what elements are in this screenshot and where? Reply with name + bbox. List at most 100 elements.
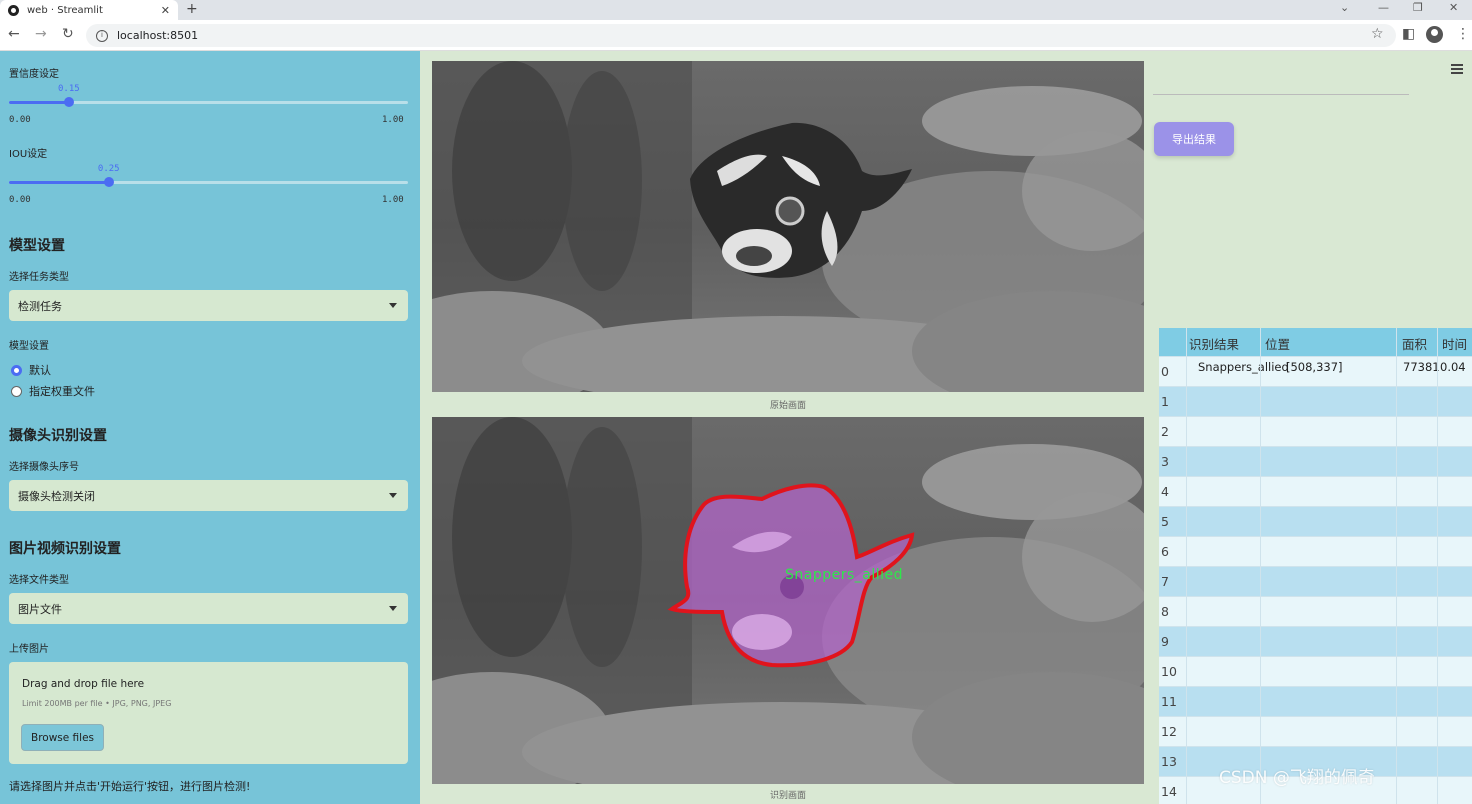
slider-thumb[interactable] — [63, 97, 74, 107]
hamburger-menu-icon[interactable] — [1451, 64, 1463, 74]
radio-default[interactable]: 默认 — [11, 362, 51, 378]
row-index: 3 — [1161, 454, 1169, 469]
browse-files-button[interactable]: Browse files — [21, 724, 104, 751]
reload-icon[interactable]: ↻ — [62, 26, 74, 42]
row-index: 14 — [1161, 784, 1177, 799]
minimize-icon[interactable]: — — [1378, 1, 1389, 14]
file-type-select[interactable]: 图片文件 — [9, 593, 408, 624]
camera-settings-heading: 摄像头识别设置 — [9, 428, 107, 444]
task-type-label: 选择任务类型 — [9, 272, 69, 283]
new-tab-icon[interactable]: + — [186, 1, 198, 17]
row-index: 6 — [1161, 544, 1169, 559]
slider-fill — [9, 181, 109, 184]
radio-custom-label: 指定权重文件 — [29, 385, 95, 398]
radio-default-label: 默认 — [29, 364, 51, 377]
chevron-down-icon — [389, 303, 397, 308]
table-row[interactable]: 2 — [1159, 416, 1472, 446]
reef-scene-original — [432, 61, 1144, 392]
url-text: localhost:8501 — [117, 29, 199, 42]
iou-min: 0.00 — [9, 195, 31, 205]
confidence-slider[interactable]: 0.15 — [9, 84, 408, 112]
column-divider — [1186, 328, 1187, 804]
model-label: 模型设置 — [9, 341, 49, 352]
dropzone-limit: Limit 200MB per file • JPG, PNG, JPEG — [22, 699, 172, 708]
cell-result: Snappers_allied — [1198, 360, 1289, 374]
file-type-label: 选择文件类型 — [9, 575, 69, 586]
task-type-value: 检测任务 — [18, 299, 62, 313]
original-caption: 原始画面 — [769, 401, 806, 411]
chevron-down-icon — [389, 606, 397, 611]
site-info-icon[interactable]: i — [96, 29, 108, 42]
file-dropzone[interactable]: Drag and drop file here Limit 200MB per … — [9, 662, 408, 764]
browser-tab[interactable]: web · Streamlit ✕ — [0, 0, 178, 20]
close-window-icon[interactable]: ✕ — [1449, 1, 1458, 14]
table-row[interactable]: 11 — [1159, 686, 1472, 716]
row-index: 4 — [1161, 484, 1169, 499]
profile-avatar-icon[interactable] — [1426, 26, 1443, 43]
url-field[interactable]: i localhost:8501 — [86, 24, 1396, 47]
result-caption: 识别画面 — [769, 791, 806, 801]
table-row[interactable]: 4 — [1159, 476, 1472, 506]
iou-label: IOU设定 — [9, 149, 48, 160]
radio-selected-icon — [11, 364, 22, 376]
col-header-result[interactable]: 识别结果 — [1189, 334, 1239, 353]
results-table: 识别结果 位置 面积 时间 0 Snappers_allied [508,337] 7… — [1159, 328, 1472, 804]
table-header: 识别结果 位置 面积 时间 — [1159, 328, 1472, 356]
row-index: 2 — [1161, 424, 1169, 439]
cell-time: 0.04 — [1440, 360, 1466, 374]
column-divider — [1437, 328, 1438, 804]
model-settings-heading: 模型设置 — [9, 238, 65, 254]
restore-icon[interactable]: ❐ — [1413, 1, 1423, 14]
column-divider — [1396, 328, 1397, 804]
browser-tab-bar: web · Streamlit ✕ + ⌄ — ❐ ✕ — [0, 0, 1472, 20]
table-row[interactable]: 3 — [1159, 446, 1472, 476]
forward-icon[interactable]: → — [35, 26, 47, 42]
table-row[interactable]: 8 — [1159, 596, 1472, 626]
original-image — [432, 61, 1144, 392]
row-index: 1 — [1161, 394, 1169, 409]
chevron-down-icon — [389, 493, 397, 498]
table-row[interactable]: 0 Snappers_allied [508,337] 77381 0.04 — [1159, 356, 1472, 386]
row-index: 9 — [1161, 634, 1169, 649]
side-panel-icon[interactable]: ◧ — [1402, 26, 1415, 42]
tab-search-icon[interactable]: ⌄ — [1340, 1, 1349, 14]
export-results-button[interactable]: 导出结果 — [1154, 122, 1234, 156]
camera-value: 摄像头检测关闭 — [18, 489, 95, 503]
col-header-position[interactable]: 位置 — [1265, 334, 1290, 353]
radio-custom-weights[interactable]: 指定权重文件 — [11, 383, 95, 399]
table-row[interactable]: 12 — [1159, 716, 1472, 746]
streamlit-favicon-icon — [8, 4, 19, 16]
row-index: 11 — [1161, 694, 1177, 709]
row-index: 12 — [1161, 724, 1177, 739]
table-row[interactable]: 7 — [1159, 566, 1472, 596]
bookmark-star-icon[interactable]: ☆ — [1371, 26, 1384, 42]
row-index: 10 — [1161, 664, 1177, 679]
table-row[interactable]: 5 — [1159, 506, 1472, 536]
browser-menu-icon[interactable]: ⋮ — [1456, 26, 1470, 42]
table-row[interactable]: 9 — [1159, 626, 1472, 656]
close-tab-icon[interactable]: ✕ — [161, 4, 170, 17]
table-row[interactable]: 6 — [1159, 536, 1472, 566]
instruction-text: 请选择图片并点击'开始运行'按钮，进行图片检测! — [9, 780, 251, 793]
address-bar: ← → ↻ i localhost:8501 ☆ ◧ ⋮ — [0, 20, 1472, 51]
divider — [1153, 94, 1409, 95]
back-icon[interactable]: ← — [8, 26, 20, 42]
file-type-value: 图片文件 — [18, 602, 62, 616]
col-header-time[interactable]: 时间 — [1442, 334, 1467, 353]
row-index: 7 — [1161, 574, 1169, 589]
col-header-area[interactable]: 面积 — [1402, 334, 1427, 353]
slider-thumb[interactable] — [103, 177, 114, 187]
task-type-select[interactable]: 检测任务 — [9, 290, 408, 321]
cell-position: [508,337] — [1286, 360, 1343, 374]
confidence-min: 0.00 — [9, 115, 31, 125]
row-index: 5 — [1161, 514, 1169, 529]
row-index: 0 — [1161, 364, 1169, 379]
iou-slider[interactable]: 0.25 — [9, 164, 408, 192]
table-row[interactable]: 10 — [1159, 656, 1472, 686]
slider-fill — [9, 101, 69, 104]
table-row[interactable]: 1 — [1159, 386, 1472, 416]
row-index: 13 — [1161, 754, 1177, 769]
tab-title: web · Streamlit — [27, 4, 103, 16]
slider-value: 0.25 — [97, 164, 120, 174]
camera-select[interactable]: 摄像头检测关闭 — [9, 480, 408, 511]
